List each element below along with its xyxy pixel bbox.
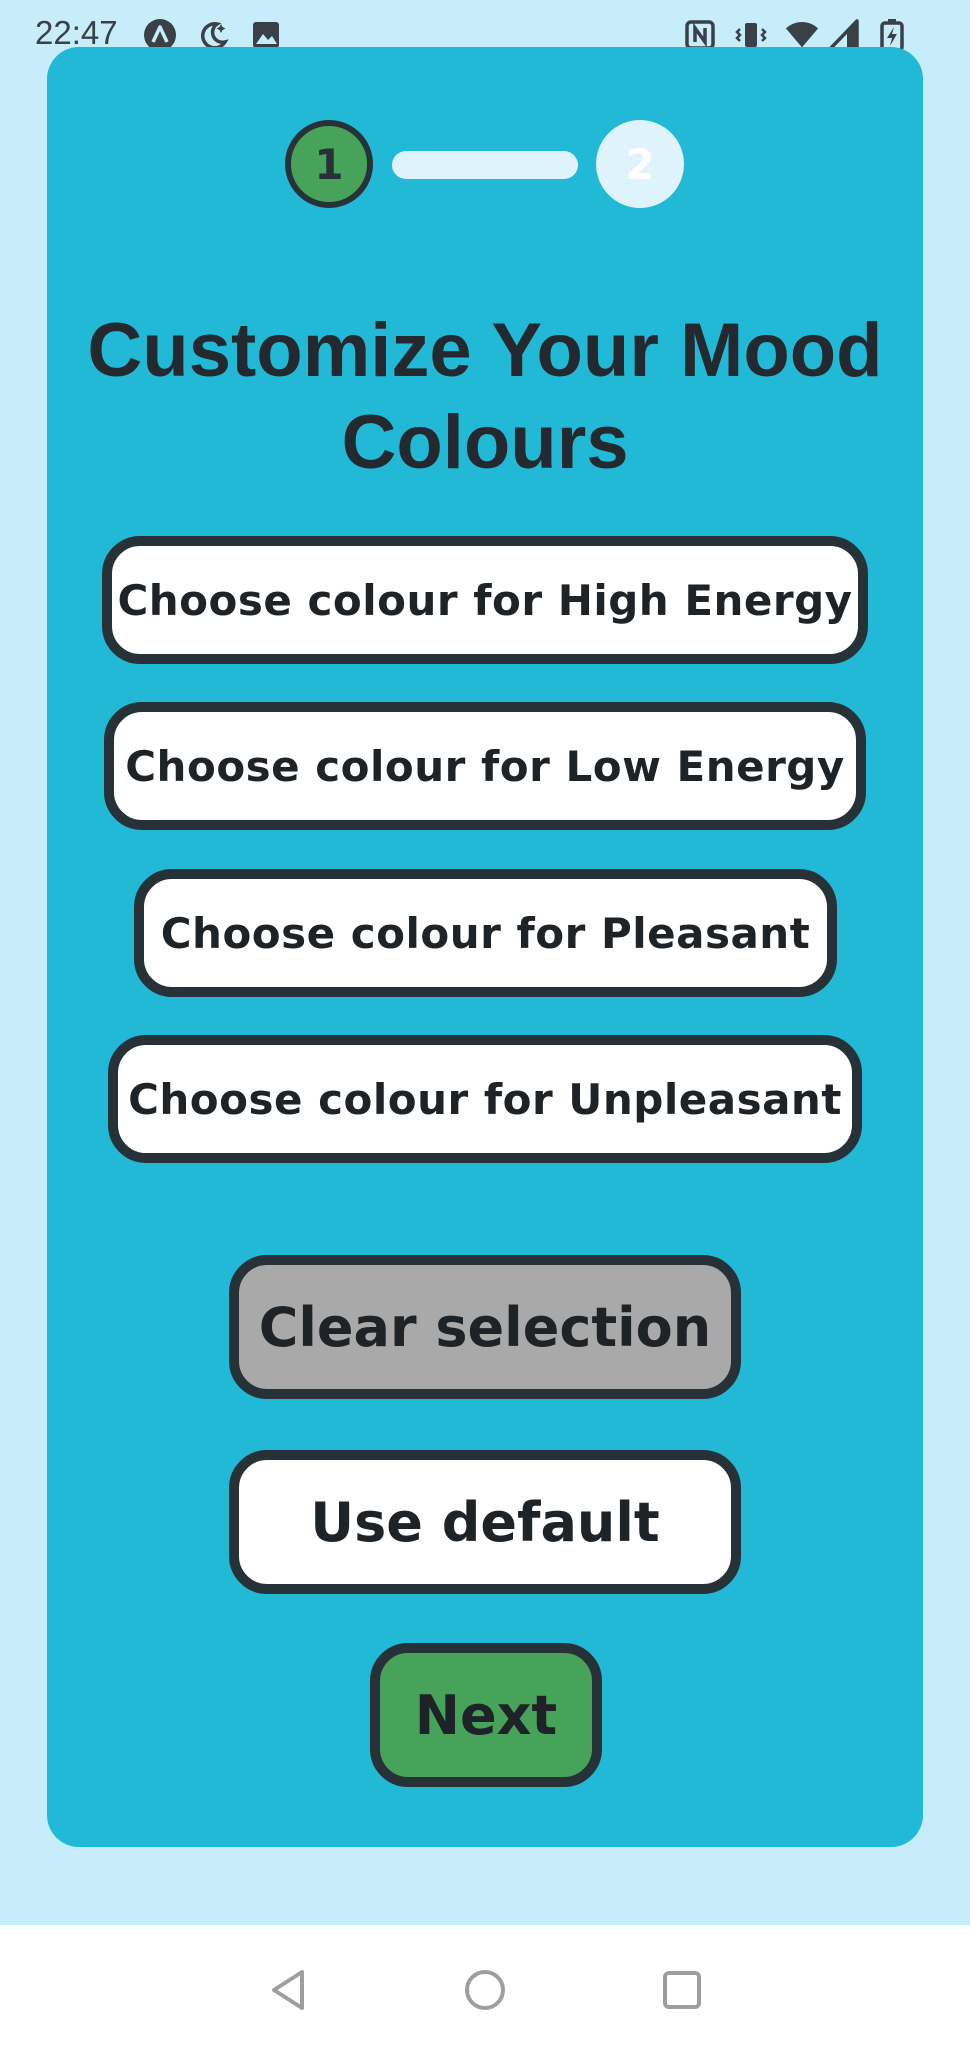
choose-pleasant-button[interactable]: Choose colour for Pleasant: [134, 869, 837, 997]
use-default-button[interactable]: Use default: [229, 1450, 741, 1594]
step-1-indicator: 1: [285, 120, 373, 208]
back-icon[interactable]: [263, 1965, 313, 2015]
next-button[interactable]: Next: [370, 1643, 602, 1787]
choose-unpleasant-button[interactable]: Choose colour for Unpleasant: [108, 1035, 862, 1163]
step-2-indicator: 2: [596, 120, 684, 208]
clear-selection-button[interactable]: Clear selection: [229, 1255, 741, 1399]
choose-high-energy-button[interactable]: Choose colour for High Energy: [102, 536, 868, 664]
step-connector: [392, 151, 578, 179]
recents-icon[interactable]: [657, 1965, 707, 2015]
page-title: Customize Your Mood Colours: [87, 308, 883, 485]
home-icon[interactable]: [460, 1965, 510, 2015]
navigation-bar: [0, 1925, 970, 2048]
choose-low-energy-button[interactable]: Choose colour for Low Energy: [104, 702, 866, 830]
